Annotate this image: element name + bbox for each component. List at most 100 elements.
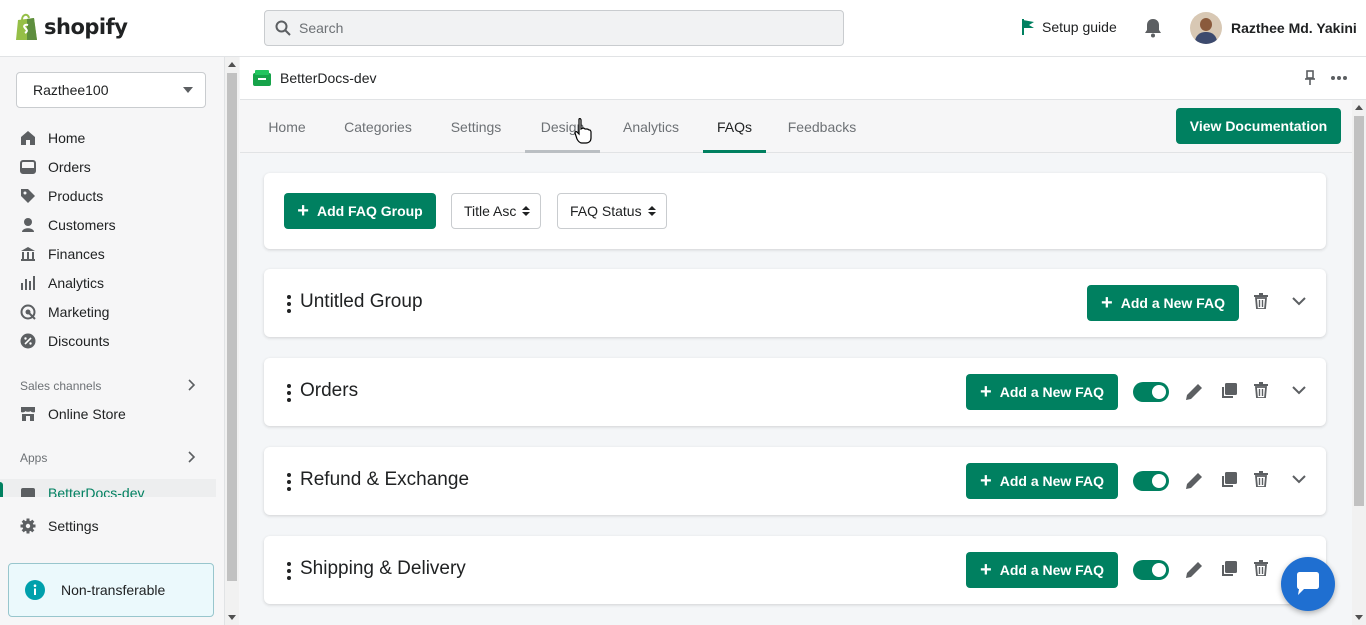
chevron-down-icon[interactable] <box>1292 475 1306 484</box>
pin-icon[interactable] <box>1304 70 1316 86</box>
add-new-faq-button[interactable]: + Add a New FAQ <box>966 552 1118 588</box>
chevron-right-icon[interactable] <box>188 451 196 463</box>
sidebar-item-orders[interactable]: Orders <box>0 152 224 181</box>
faq-builder: + Add FAQ Group Title Asc FAQ Status Unt… <box>240 154 1352 625</box>
plus-icon: + <box>297 200 309 222</box>
tab-analytics[interactable]: Analytics <box>614 100 688 153</box>
chat-launcher-button[interactable] <box>1281 557 1335 611</box>
trash-icon[interactable] <box>1254 293 1268 309</box>
sidebar-item-label: BetterDocs-dev <box>48 485 145 497</box>
notifications-button[interactable] <box>1144 18 1162 41</box>
sidebar-item-settings[interactable]: Settings <box>0 511 99 540</box>
sidebar-item-label: Settings <box>48 517 99 534</box>
search-input[interactable] <box>299 20 819 36</box>
faq-group-title: Orders <box>300 380 359 401</box>
sidebar-scrollbar[interactable] <box>224 57 239 625</box>
app-header: BetterDocs-dev <box>240 57 1366 100</box>
drag-handle-icon[interactable] <box>287 473 291 491</box>
plus-icon: + <box>980 559 992 581</box>
app-title: BetterDocs-dev <box>252 69 376 87</box>
duplicate-icon[interactable] <box>1220 472 1237 489</box>
sidebar-item-label: Marketing <box>48 303 110 320</box>
trash-icon[interactable] <box>1254 471 1268 487</box>
avatar <box>1190 12 1222 44</box>
brand-name: shopify <box>44 15 128 39</box>
status-filter-select[interactable]: FAQ Status <box>557 193 667 229</box>
sidebar-item-marketing[interactable]: Marketing <box>0 297 224 326</box>
pencil-icon[interactable] <box>1184 471 1204 491</box>
apps-heading: Apps <box>20 451 48 465</box>
duplicate-icon[interactable] <box>1220 561 1237 578</box>
add-new-faq-button[interactable]: + Add a New FAQ <box>1087 285 1239 321</box>
chevron-down-icon[interactable] <box>1292 386 1306 395</box>
drag-handle-icon[interactable] <box>287 384 291 402</box>
tab-categories[interactable]: Categories <box>332 100 424 153</box>
store-name: Razthee100 <box>33 82 109 98</box>
tab-label: Home <box>268 118 306 135</box>
view-documentation-button[interactable]: View Documentation <box>1176 108 1341 144</box>
home-icon <box>21 130 35 145</box>
faq-group-refund-exchange: Refund & Exchange + Add a New FAQ <box>264 447 1326 515</box>
info-icon <box>25 580 45 600</box>
sidebar-item-analytics[interactable]: Analytics <box>0 268 224 297</box>
search-bar[interactable] <box>264 10 844 46</box>
tab-feedbacks[interactable]: Feedbacks <box>778 100 866 153</box>
sidebar-item-betterdocs[interactable]: BetterDocs-dev <box>0 479 216 497</box>
store-status-banner: Non-transferable <box>8 563 214 617</box>
plus-icon: + <box>1101 292 1113 314</box>
discount-icon <box>20 333 36 348</box>
tab-home[interactable]: Home <box>252 100 322 153</box>
sidebar-item-label: Home <box>48 129 86 146</box>
faq-group-title: Untitled Group <box>300 291 423 312</box>
drag-handle-icon[interactable] <box>287 295 291 313</box>
faq-toolbar: + Add FAQ Group Title Asc FAQ Status <box>264 173 1326 249</box>
group-enabled-toggle[interactable] <box>1133 560 1169 580</box>
setup-guide-label: Setup guide <box>1042 19 1117 35</box>
drag-handle-icon[interactable] <box>287 562 291 580</box>
trash-icon[interactable] <box>1254 560 1268 576</box>
pencil-icon[interactable] <box>1184 560 1204 580</box>
sidebar-item-finances[interactable]: Finances <box>0 239 224 268</box>
add-faq-group-button[interactable]: + Add FAQ Group <box>284 193 436 229</box>
sort-arrows-icon <box>647 206 656 216</box>
tab-faqs[interactable]: FAQs <box>703 100 766 153</box>
tab-label: Analytics <box>622 118 680 135</box>
faq-group-orders: Orders + Add a New FAQ <box>264 358 1326 426</box>
add-new-faq-label: Add a New FAQ <box>999 562 1104 578</box>
more-actions-icon[interactable] <box>1330 69 1348 87</box>
tab-label: Feedbacks <box>787 118 857 135</box>
chevron-right-icon[interactable] <box>188 379 196 391</box>
sidebar-item-label: Orders <box>48 158 91 175</box>
sidebar-item-customers[interactable]: Customers <box>0 210 224 239</box>
sidebar-item-discounts[interactable]: Discounts <box>0 326 224 355</box>
group-enabled-toggle[interactable] <box>1133 382 1169 402</box>
add-new-faq-button[interactable]: + Add a New FAQ <box>966 463 1118 499</box>
bell-icon <box>1145 19 1161 38</box>
main-scrollbar[interactable] <box>1352 100 1366 625</box>
pencil-icon[interactable] <box>1184 382 1204 402</box>
setup-guide-link[interactable]: Setup guide <box>1020 18 1117 36</box>
sort-select[interactable]: Title Asc <box>451 193 542 229</box>
sidebar-item-home[interactable]: Home <box>0 123 224 152</box>
tab-label: Categories <box>344 118 412 135</box>
user-name: Razthee Md. Yakini <box>1231 20 1357 36</box>
tab-settings[interactable]: Settings <box>438 100 514 153</box>
app-tabs: Home Categories Settings Design Analytic… <box>240 100 1352 153</box>
plus-icon: + <box>980 470 992 492</box>
group-enabled-toggle[interactable] <box>1133 471 1169 491</box>
gear-icon <box>20 518 36 533</box>
chevron-down-icon[interactable] <box>1292 297 1306 306</box>
shopify-bag-icon <box>16 13 37 40</box>
search-icon <box>275 20 291 36</box>
trash-icon[interactable] <box>1254 382 1268 398</box>
tab-label: FAQs <box>716 118 752 135</box>
sidebar-item-online-store[interactable]: Online Store <box>0 399 126 428</box>
sidebar-item-label: Discounts <box>48 332 110 349</box>
store-selector[interactable]: Razthee100 <box>16 72 206 108</box>
sidebar-item-products[interactable]: Products <box>0 181 224 210</box>
shopify-logo[interactable]: shopify <box>14 12 128 42</box>
duplicate-icon[interactable] <box>1220 383 1237 400</box>
betterdocs-logo-icon <box>253 70 271 86</box>
user-menu[interactable]: Razthee Md. Yakini <box>1190 12 1357 44</box>
add-new-faq-button[interactable]: + Add a New FAQ <box>966 374 1118 410</box>
